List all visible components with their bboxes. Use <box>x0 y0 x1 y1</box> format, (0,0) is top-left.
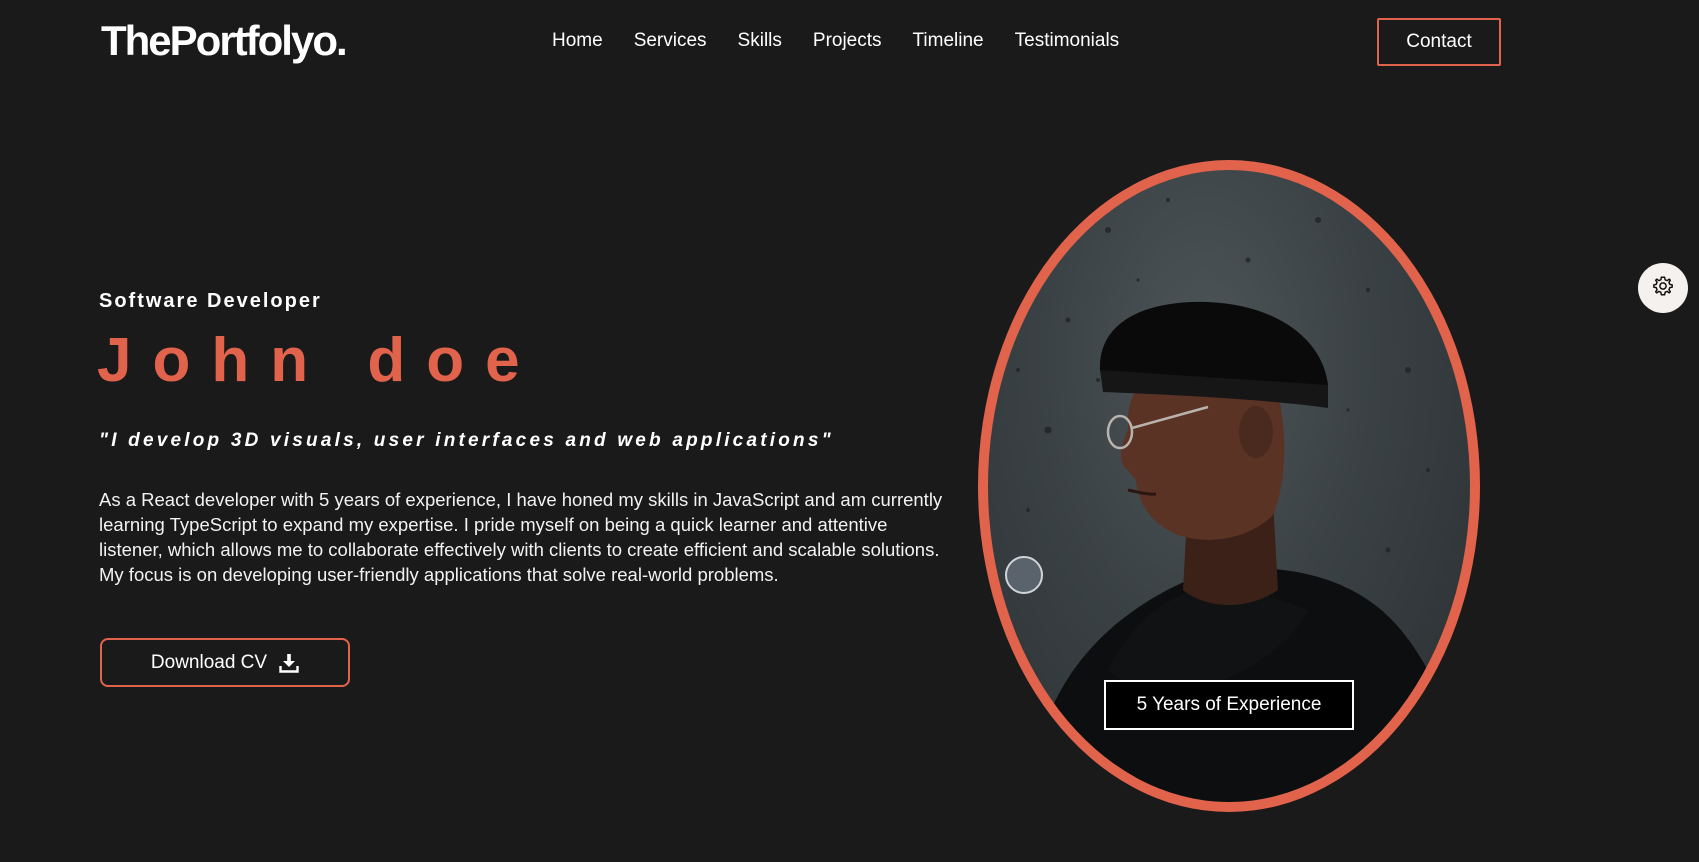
download-cv-label: Download CV <box>150 651 268 673</box>
download-icon <box>279 653 299 673</box>
settings-button[interactable] <box>1638 263 1688 313</box>
gear-icon <box>1652 275 1674 302</box>
contact-button[interactable]: Contact <box>1377 18 1501 66</box>
hero-subtitle: Software Developer <box>99 290 322 312</box>
main-nav: Home Services Skills Projects Timeline T… <box>552 30 1119 52</box>
nav-testimonials[interactable]: Testimonials <box>1015 30 1120 52</box>
nav-projects[interactable]: Projects <box>813 30 882 52</box>
nav-home[interactable]: Home <box>552 30 603 52</box>
slider-dot[interactable] <box>1005 556 1043 594</box>
experience-badge: 5 Years of Experience <box>1104 680 1354 730</box>
hero-name: John doe <box>97 326 541 395</box>
nav-timeline[interactable]: Timeline <box>913 30 984 52</box>
nav-services[interactable]: Services <box>634 30 707 52</box>
hero-tagline: "I develop 3D visuals, user interfaces a… <box>99 430 834 451</box>
logo[interactable]: ThePortfolyo. <box>101 17 348 65</box>
download-cv-button[interactable]: Download CV <box>100 638 350 687</box>
hero-bio: As a React developer with 5 years of exp… <box>99 489 943 585</box>
nav-skills[interactable]: Skills <box>738 30 782 52</box>
